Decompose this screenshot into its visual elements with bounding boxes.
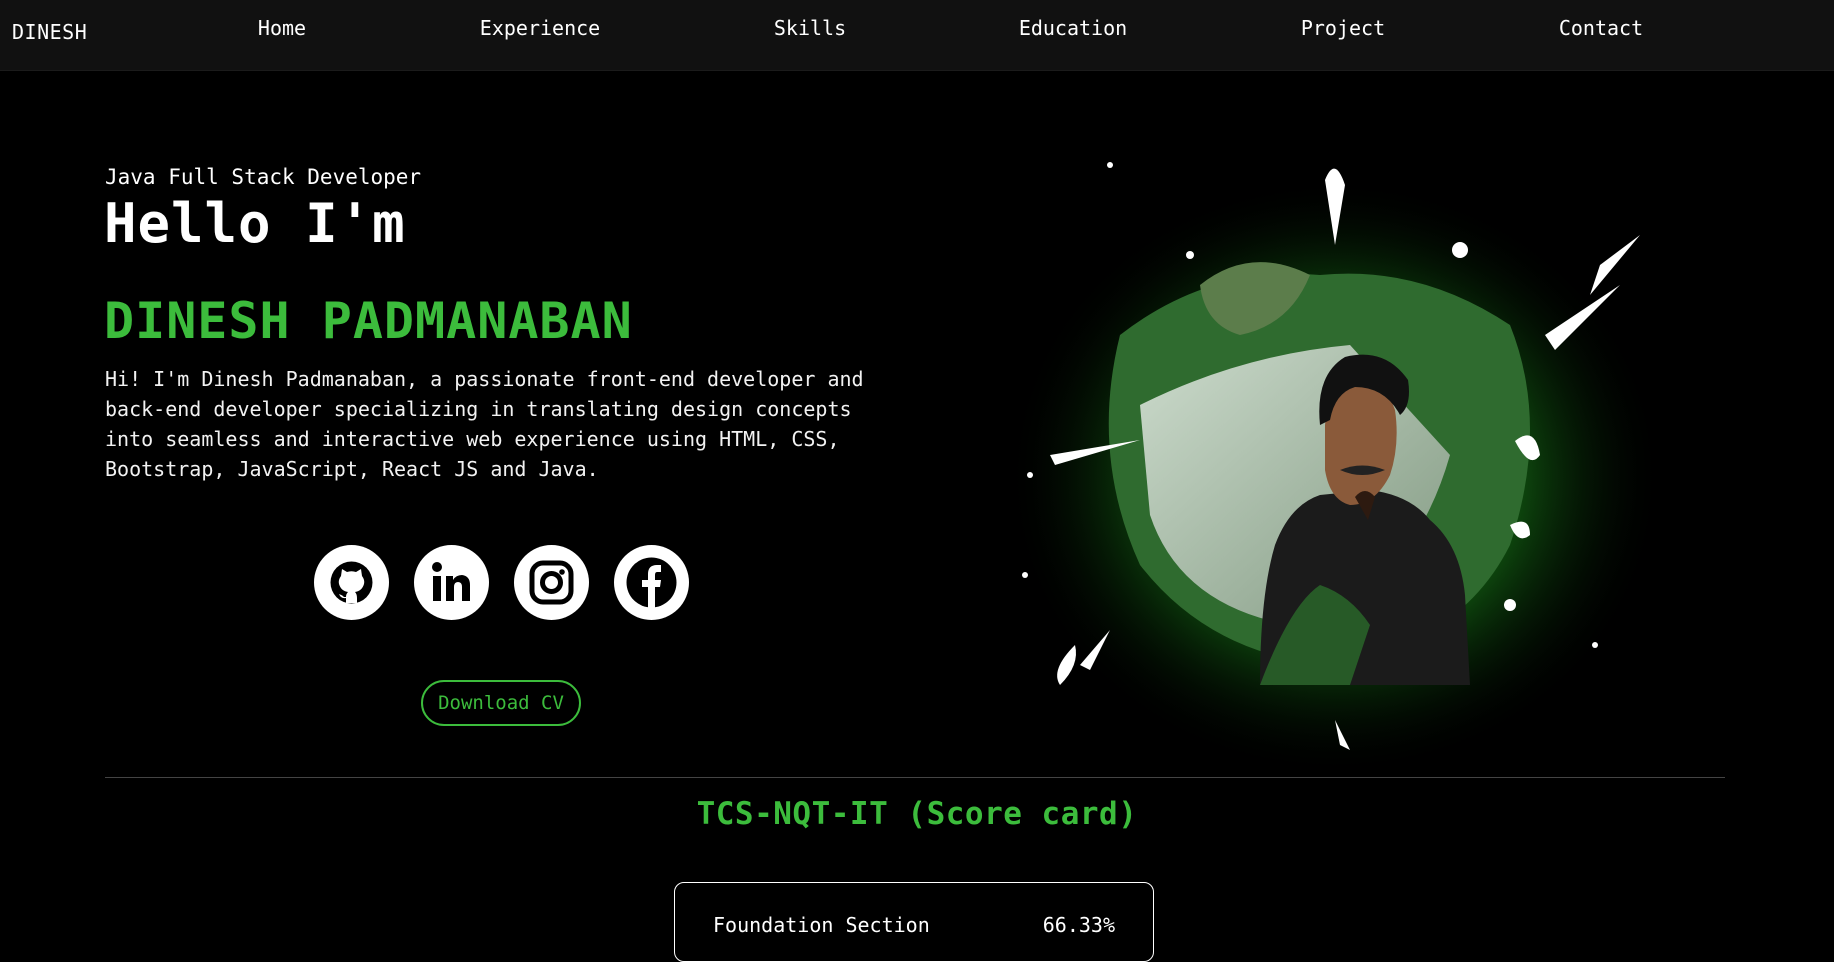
download-cv-button[interactable]: Download CV <box>421 680 581 726</box>
scorecard-box: Foundation Section 66.33% <box>674 882 1154 962</box>
instagram-icon <box>529 560 574 605</box>
top-navbar: DINESH Home Experience Skills Education … <box>0 0 1834 71</box>
nav-education[interactable]: Education <box>1019 16 1127 40</box>
score-row-value: 66.33% <box>1042 913 1115 937</box>
facebook-icon <box>626 557 677 608</box>
role-subtitle: Java Full Stack Developer <box>105 165 422 189</box>
github-icon <box>330 561 373 604</box>
linkedin-link[interactable] <box>414 545 489 620</box>
nav-home[interactable]: Home <box>258 16 306 40</box>
nav-contact[interactable]: Contact <box>1559 16 1643 40</box>
score-row-label: Foundation Section <box>713 913 930 937</box>
nav-skills[interactable]: Skills <box>774 16 846 40</box>
nav-project[interactable]: Project <box>1301 16 1385 40</box>
scorecard-title: TCS-NQT-IT (Score card) <box>696 796 1138 832</box>
section-divider <box>105 777 1725 778</box>
profile-photo <box>1005 162 1665 765</box>
greeting-heading: Hello I'm <box>104 192 406 255</box>
instagram-link[interactable] <box>514 545 589 620</box>
name-heading: DINESH PADMANABAN <box>104 292 633 350</box>
nav-experience[interactable]: Experience <box>480 16 600 40</box>
bio-paragraph: Hi! I'm Dinesh Padmanaban, a passionate … <box>105 367 864 481</box>
brand-logo-text[interactable]: DINESH <box>12 20 87 44</box>
github-link[interactable] <box>314 545 389 620</box>
facebook-link[interactable] <box>614 545 689 620</box>
linkedin-icon <box>432 562 470 601</box>
